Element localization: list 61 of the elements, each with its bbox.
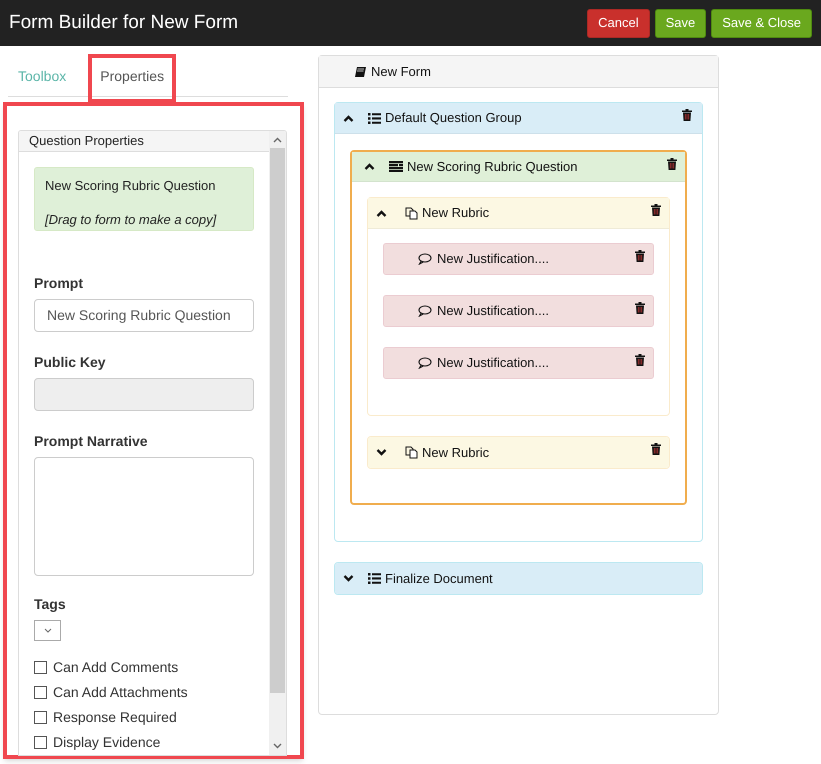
trash-icon[interactable] bbox=[635, 250, 645, 262]
item-title: New Justification.... bbox=[437, 250, 549, 268]
drag-hint: [Drag to form to make a copy] bbox=[45, 210, 218, 229]
checkbox[interactable] bbox=[34, 711, 47, 724]
scroll-thumb[interactable] bbox=[270, 148, 285, 693]
form-title: New Form bbox=[371, 62, 431, 81]
speech-bubble-icon bbox=[418, 253, 432, 265]
panel-heading: Question Properties bbox=[19, 131, 269, 152]
item-title: New Justification.... bbox=[437, 302, 549, 320]
chevron-down-icon[interactable] bbox=[376, 449, 387, 456]
scroll-up-icon[interactable] bbox=[273, 137, 282, 143]
checkbox[interactable] bbox=[34, 686, 47, 699]
book-icon bbox=[354, 66, 367, 78]
trash-icon[interactable] bbox=[667, 158, 677, 170]
item-title: New Justification.... bbox=[437, 354, 549, 372]
chevron-up-icon[interactable] bbox=[364, 163, 375, 170]
header-button[interactable]: Cancel bbox=[587, 8, 650, 38]
checkbox-label: Can Add Attachments bbox=[53, 683, 188, 702]
chevron-down-icon bbox=[44, 628, 52, 633]
trash-icon[interactable] bbox=[651, 204, 661, 216]
speech-bubble-icon bbox=[418, 357, 432, 369]
field-label: Prompt bbox=[34, 274, 84, 293]
trash-icon[interactable] bbox=[682, 109, 692, 121]
trash-icon[interactable] bbox=[635, 354, 645, 366]
item-title: Default Question Group bbox=[385, 109, 522, 128]
field-label: Tags bbox=[34, 595, 67, 614]
checkbox[interactable] bbox=[34, 736, 47, 749]
chevron-down-icon[interactable] bbox=[343, 575, 354, 582]
checkbox-label: Response Required bbox=[53, 708, 177, 727]
scroll-down-icon[interactable] bbox=[273, 743, 282, 749]
copy-icon bbox=[405, 446, 418, 459]
checkbox-label: Display Evidence bbox=[53, 733, 160, 752]
justification-item[interactable]: New Justification.... bbox=[383, 243, 654, 275]
speech-bubble-icon bbox=[418, 305, 432, 317]
tab[interactable]: Properties bbox=[90, 56, 174, 101]
rows-icon bbox=[389, 161, 403, 172]
checkbox-label: Can Add Comments bbox=[53, 658, 178, 677]
chevron-up-icon[interactable] bbox=[343, 114, 354, 122]
question-group[interactable]: Finalize Document bbox=[334, 562, 703, 595]
justification-item[interactable]: New Justification.... bbox=[383, 295, 654, 327]
question-card[interactable]: New Scoring Rubric Question New Rubric New Justification.... New Justification.... New Justification.... New Rubric bbox=[350, 150, 687, 505]
field-label: Public Key bbox=[34, 353, 107, 372]
item-title: New Rubric bbox=[422, 444, 490, 462]
item-title: New Rubric bbox=[422, 204, 490, 222]
checkbox[interactable] bbox=[34, 661, 47, 674]
draggable-label: New Scoring Rubric Question bbox=[45, 177, 217, 195]
input-field[interactable]: New Scoring Rubric Question bbox=[34, 299, 254, 332]
list-icon bbox=[368, 112, 381, 124]
item-title: Finalize Document bbox=[385, 570, 493, 588]
item-title: New Scoring Rubric Question bbox=[407, 158, 578, 176]
trash-icon[interactable] bbox=[651, 443, 661, 455]
rubric-card[interactable]: New Rubric bbox=[367, 436, 670, 469]
app-title: Form Builder for New Form bbox=[9, 10, 238, 35]
question-group[interactable]: Default Question Group New Scoring Rubric Question New Rubric New Justification.... New Justification.... New Justification.... New Rubric bbox=[334, 102, 703, 542]
rubric-card[interactable]: New Rubric New Justification.... New Justification.... New Justification.... bbox=[367, 197, 670, 416]
copy-icon bbox=[405, 206, 418, 220]
field-label: Prompt Narrative bbox=[34, 432, 149, 451]
list-icon bbox=[368, 573, 381, 584]
justification-item[interactable]: New Justification.... bbox=[383, 347, 654, 379]
trash-icon[interactable] bbox=[635, 302, 645, 314]
chevron-up-icon[interactable] bbox=[376, 210, 387, 216]
